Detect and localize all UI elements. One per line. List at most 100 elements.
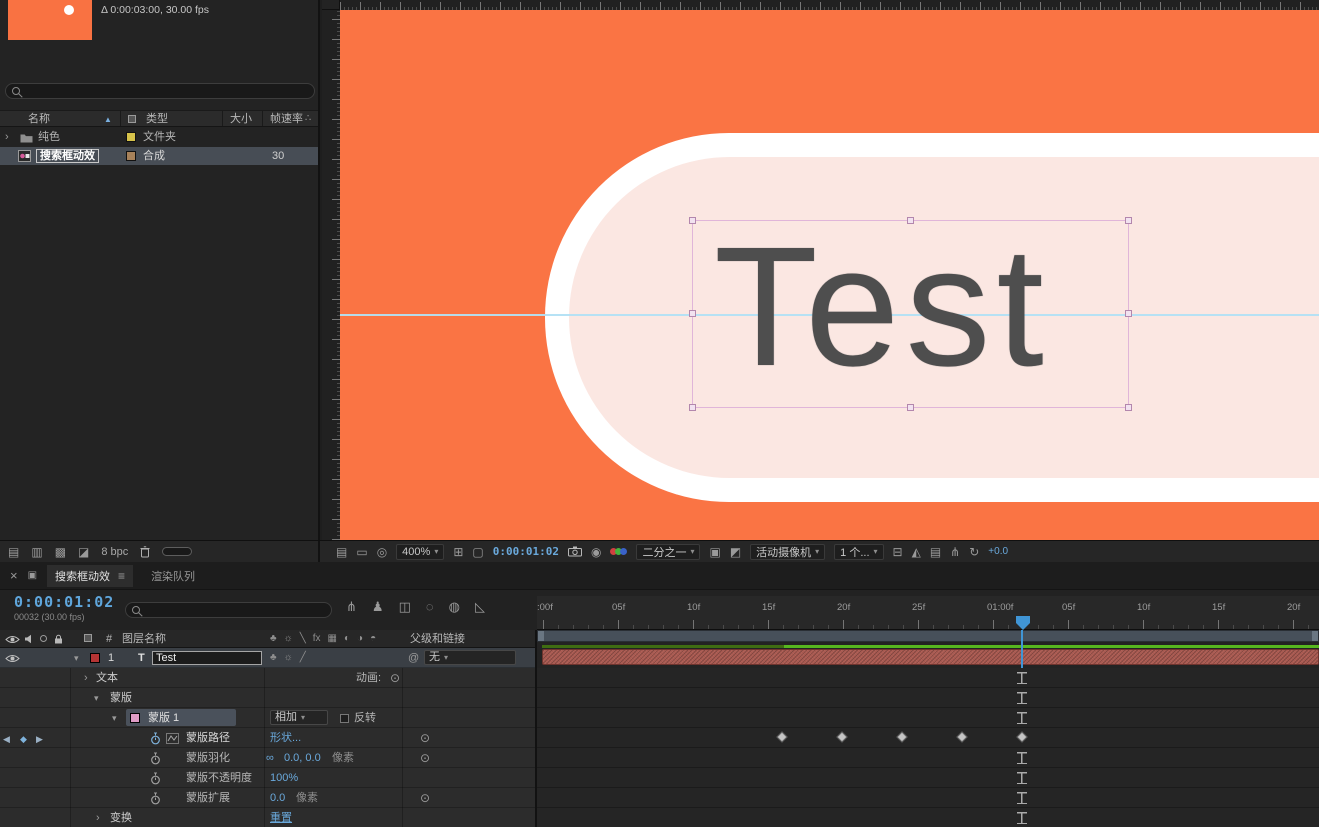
- mask-path-row[interactable]: ◀ ◆ ▶ 蒙版路径 形状... ⊙: [0, 728, 535, 748]
- motion-blur-column-icon[interactable]: ◐: [344, 633, 350, 644]
- new-composition-icon[interactable]: ▩: [55, 546, 66, 558]
- flowchart-button[interactable]: [162, 547, 193, 556]
- label-column-icon[interactable]: [128, 115, 136, 123]
- mask-feather-value[interactable]: 0.0, 0.0: [284, 748, 321, 768]
- show-snapshot-icon[interactable]: ◉: [591, 546, 601, 558]
- mask-name-label[interactable]: 蒙版 1: [148, 708, 179, 728]
- work-area-bar[interactable]: [537, 630, 1319, 642]
- snapshot-icon[interactable]: [567, 546, 582, 557]
- camera-select[interactable]: 活动摄像机 ▾: [750, 543, 826, 560]
- column-type[interactable]: 类型: [146, 111, 168, 127]
- mask-expansion-label[interactable]: 蒙版扩展: [186, 788, 230, 808]
- screen-icon[interactable]: ▭: [356, 546, 367, 558]
- project-search-input[interactable]: [5, 83, 315, 99]
- graph-editor-icon[interactable]: ◺: [475, 600, 485, 613]
- group-disclosure-icon[interactable]: ›: [96, 808, 100, 827]
- adjustment-column-icon[interactable]: ◑: [357, 633, 363, 644]
- timeline-track-area[interactable]: [537, 630, 1319, 827]
- flowchart-icon[interactable]: ∴: [305, 114, 311, 124]
- layer-row[interactable]: ▾ 1 T Test ♣ ☼ ╱ @ 无 ▾: [0, 648, 535, 668]
- grid-guides-icon[interactable]: ⊞: [453, 546, 463, 558]
- fast-preview-icon[interactable]: ◭: [912, 546, 921, 558]
- work-area-end-handle[interactable]: [1312, 631, 1318, 641]
- stopwatch-icon-active[interactable]: [150, 732, 161, 745]
- mask-mode-select[interactable]: 相加 ▾: [270, 710, 328, 725]
- invert-checkbox[interactable]: [340, 714, 349, 723]
- color-depth-icon[interactable]: ◪: [78, 546, 89, 558]
- group-expand-icon[interactable]: ▾: [94, 688, 99, 708]
- tab-composition[interactable]: 搜索框动效 ≡: [47, 564, 134, 587]
- tab-render-queue[interactable]: 渲染队列: [143, 565, 203, 587]
- selection-handle[interactable]: [1125, 404, 1132, 411]
- motion-blur-icon[interactable]: ◌: [426, 600, 434, 613]
- column-size[interactable]: 大小: [230, 111, 252, 127]
- column-framerate[interactable]: 帧速率: [270, 111, 303, 127]
- graph-icon[interactable]: [166, 733, 179, 744]
- exposure-value[interactable]: +0.0: [988, 546, 1008, 557]
- selection-handle[interactable]: [1125, 217, 1132, 224]
- region-of-interest-icon[interactable]: ▢: [472, 546, 483, 558]
- column-name[interactable]: 名称: [28, 111, 50, 127]
- layer-name-input[interactable]: Test: [152, 651, 262, 665]
- reset-exposure-icon[interactable]: ↻: [969, 546, 979, 558]
- new-folder-icon[interactable]: ▥: [31, 546, 42, 558]
- animate-menu-icon[interactable]: ⊙: [390, 672, 400, 684]
- horizontal-ruler[interactable]: [340, 0, 1319, 10]
- mask-expand-icon[interactable]: ▾: [112, 708, 117, 728]
- view-options-icon[interactable]: ◎: [377, 546, 387, 558]
- project-row-solids[interactable]: › 纯色 文件夹: [0, 128, 318, 146]
- pickwhip-icon[interactable]: @: [408, 648, 419, 668]
- quality-column-icon[interactable]: ╲: [300, 633, 306, 644]
- next-keyframe-icon[interactable]: ▶: [36, 729, 43, 749]
- layer-switches[interactable]: ♣ ☼ ╱: [270, 648, 306, 667]
- mask-color-chip[interactable]: [130, 713, 140, 723]
- current-time-indicator-handle[interactable]: [1016, 616, 1030, 630]
- selection-handle[interactable]: [689, 217, 696, 224]
- label-color-chip[interactable]: [126, 132, 136, 142]
- timeline-button-icon[interactable]: ▤: [930, 546, 941, 558]
- mask-path-value[interactable]: 形状...: [270, 728, 301, 748]
- item-name-selected[interactable]: 搜索框动效: [36, 149, 99, 163]
- threed-column-icon[interactable]: ◓: [370, 633, 376, 644]
- time-ruler[interactable]: :00f 05f 10f 15f 20f 25f 01:00f 05f 10f 15f 20f: [537, 596, 1319, 630]
- transform-group-row[interactable]: › 变换 重置: [0, 808, 535, 827]
- stopwatch-icon[interactable]: [150, 772, 161, 785]
- layer-visibility-eye-icon[interactable]: [5, 654, 20, 663]
- label-column-icon[interactable]: [84, 634, 92, 642]
- interpret-footage-icon[interactable]: ▤: [8, 546, 19, 558]
- collapse-column-icon[interactable]: ☼: [284, 633, 293, 644]
- panel-menu-icon[interactable]: ≡: [118, 570, 125, 582]
- text-group-label[interactable]: 文本: [96, 668, 118, 688]
- selection-handle[interactable]: [906, 404, 914, 411]
- delete-icon[interactable]: [140, 545, 150, 558]
- include-in-graph-icon[interactable]: ⊙: [420, 732, 430, 744]
- work-area-start-handle[interactable]: [538, 631, 544, 641]
- shy-layers-icon[interactable]: ♟: [372, 600, 384, 613]
- target-region-icon[interactable]: ▣: [709, 546, 720, 558]
- comp-timecode[interactable]: 0:00:01:02: [493, 545, 559, 558]
- zoom-select[interactable]: 400% ▾: [396, 543, 445, 560]
- mask-opacity-value[interactable]: 100%: [270, 768, 298, 788]
- layer-duration-bar[interactable]: [542, 649, 1319, 665]
- mask1-row[interactable]: ▾ 蒙版 1 相加 ▾ 反转: [0, 708, 535, 728]
- disclosure-icon[interactable]: ›: [5, 128, 9, 146]
- keyframe-toggle-icon[interactable]: ◆: [20, 729, 27, 749]
- layer-quality-icon[interactable]: ╱: [300, 652, 306, 663]
- bit-depth-button[interactable]: 8 bpc: [101, 546, 128, 558]
- sort-asc-icon[interactable]: ▲: [104, 112, 112, 128]
- include-in-graph-icon[interactable]: ⊙: [420, 752, 430, 764]
- layer-shy-icon[interactable]: ♣: [270, 652, 277, 663]
- index-column-label[interactable]: #: [106, 630, 112, 648]
- transform-reset-button[interactable]: 重置: [270, 808, 292, 827]
- current-time-indicator-line[interactable]: [1021, 630, 1023, 668]
- group-disclosure-icon[interactable]: ›: [84, 668, 88, 688]
- project-row-composition[interactable]: 搜索框动效 合成 30: [0, 147, 318, 165]
- stopwatch-icon[interactable]: [150, 792, 161, 805]
- timeline-search-input[interactable]: [125, 602, 332, 618]
- label-color-chip[interactable]: [126, 151, 136, 161]
- layer-label-chip[interactable]: [90, 653, 100, 663]
- stopwatch-icon[interactable]: [150, 752, 161, 765]
- mini-flowchart-icon[interactable]: ⋔: [346, 600, 357, 613]
- current-time-display[interactable]: 0:00:01:02: [14, 593, 114, 611]
- selection-handle[interactable]: [1125, 310, 1132, 317]
